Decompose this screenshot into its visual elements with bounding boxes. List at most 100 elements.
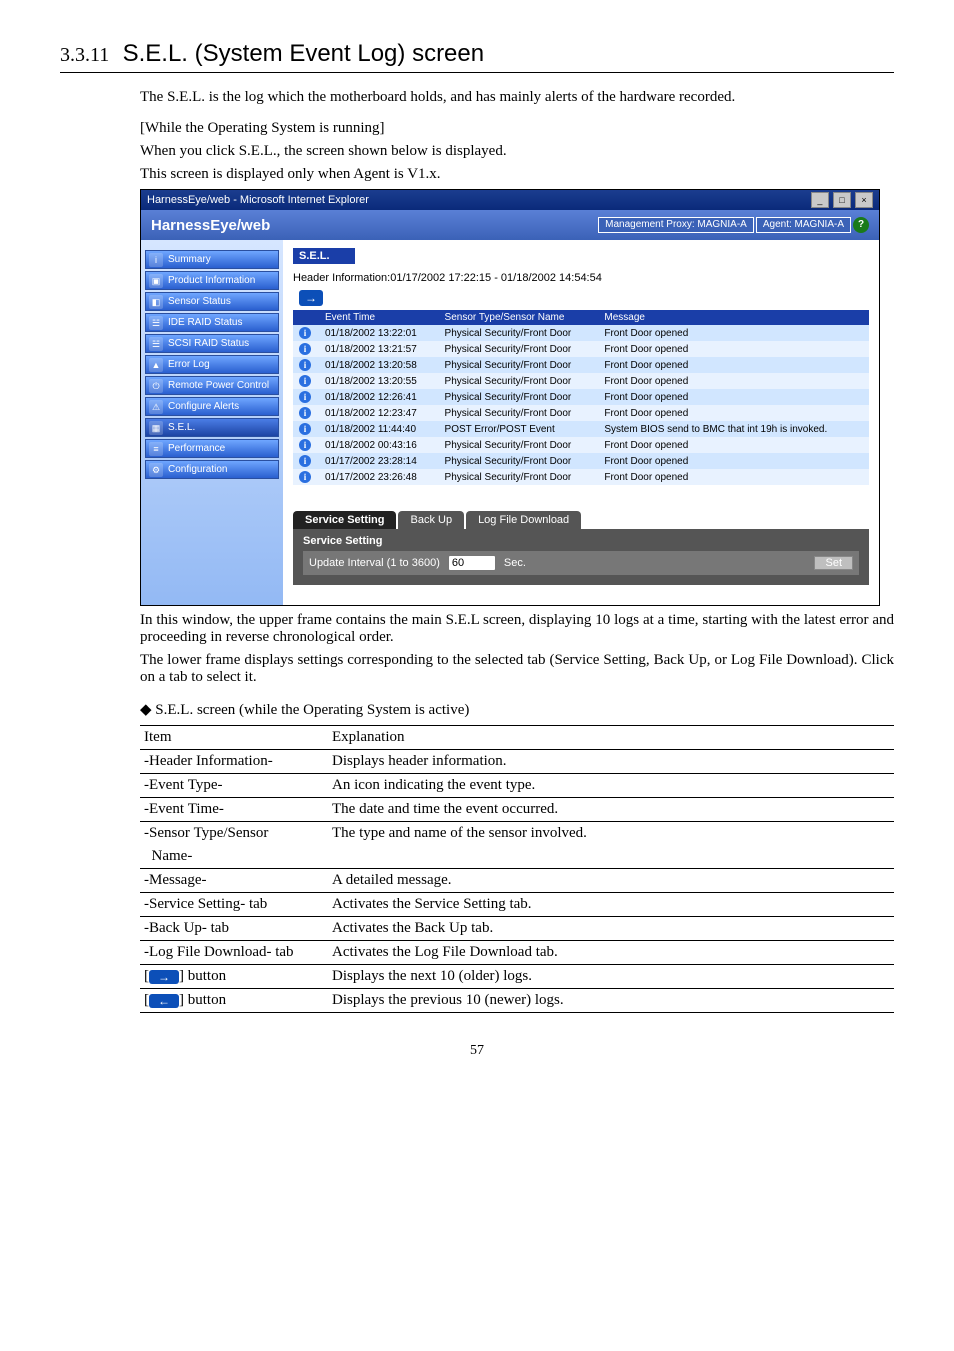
sidebar-item-scsi-raid[interactable]: ☱SCSI RAID Status <box>145 334 279 353</box>
sidebar-item-label: Error Log <box>168 359 210 370</box>
sidebar-item-summary[interactable]: iSummary <box>145 250 279 269</box>
cell-event-time: 01/18/2002 13:22:01 <box>319 325 439 341</box>
cell-message: Front Door opened <box>598 453 869 469</box>
table-row: i01/18/2002 11:44:40POST Error/POST Even… <box>293 421 869 437</box>
table-row: i01/18/2002 13:20:55Physical Security/Fr… <box>293 373 869 389</box>
cell-sensor: POST Error/POST Event <box>439 421 599 437</box>
maximize-button[interactable]: □ <box>833 192 851 208</box>
sidebar: iSummary ▣Product Information ◧Sensor St… <box>141 240 283 605</box>
col-message: Message <box>598 310 869 325</box>
cell-sensor: Physical Security/Front Door <box>439 357 599 373</box>
col-event-time: Event Time <box>319 310 439 325</box>
prev-arrow-icon: ← <box>149 994 179 1008</box>
info-icon: i <box>299 359 311 371</box>
sidebar-item-sel[interactable]: ▦S.E.L. <box>145 418 279 437</box>
window-title: HarnessEye/web - Microsoft Internet Expl… <box>147 190 369 210</box>
note-running: [While the Operating System is running] <box>140 120 894 137</box>
sidebar-item-configuration[interactable]: ⚙Configuration <box>145 460 279 479</box>
exp-item: -Event Time- <box>140 798 328 822</box>
cell-sensor: Physical Security/Front Door <box>439 373 599 389</box>
list-item: -Header Information-Displays header info… <box>140 750 894 774</box>
list-item: Name- <box>140 845 894 869</box>
interval-input[interactable] <box>448 555 496 571</box>
disk-icon: ☱ <box>149 337 163 351</box>
sidebar-item-label: Configure Alerts <box>168 401 239 412</box>
table-row: i01/18/2002 13:21:57Physical Security/Fr… <box>293 341 869 357</box>
list-item: -Log File Download- tabActivates the Log… <box>140 941 894 965</box>
info-icon: i <box>299 407 311 419</box>
proxy-label: Management Proxy: MAGNIA-A <box>598 217 754 233</box>
cell-message: Front Door opened <box>598 373 869 389</box>
page-number: 57 <box>60 1043 894 1059</box>
close-button[interactable]: × <box>855 192 873 208</box>
section-title: S.E.L. (System Event Log) screen <box>123 40 485 67</box>
tab-service-setting[interactable]: Service Setting <box>293 511 396 529</box>
cell-message: Front Door opened <box>598 405 869 421</box>
exp-explanation: Displays header information. <box>328 750 894 774</box>
exp-explanation: An icon indicating the event type. <box>328 774 894 798</box>
tab-log-file-download[interactable]: Log File Download <box>466 511 581 529</box>
table-row: i01/18/2002 12:23:47Physical Security/Fr… <box>293 405 869 421</box>
sidebar-item-label: Product Information <box>168 275 255 286</box>
chart-icon: ≡ <box>149 442 163 456</box>
note-agent: This screen is displayed only when Agent… <box>140 166 894 183</box>
sensor-icon: ◧ <box>149 295 163 309</box>
info-icon: i <box>299 343 311 355</box>
exp-col-item: Item <box>140 726 328 750</box>
after-text-1: In this window, the upper frame contains… <box>140 612 894 646</box>
tab-back-up[interactable]: Back Up <box>398 511 464 529</box>
cell-message: Front Door opened <box>598 469 869 485</box>
table-row: i01/17/2002 23:28:14Physical Security/Fr… <box>293 453 869 469</box>
sidebar-item-product[interactable]: ▣Product Information <box>145 271 279 290</box>
agent-label: Agent: MAGNIA-A <box>756 217 851 233</box>
after-text-2: The lower frame displays settings corres… <box>140 652 894 686</box>
disk-icon: ☱ <box>149 316 163 330</box>
exp-item: -Message- <box>140 869 328 893</box>
set-button[interactable]: Set <box>814 556 853 570</box>
sidebar-item-performance[interactable]: ≡Performance <box>145 439 279 458</box>
exp-item: -Log File Download- tab <box>140 941 328 965</box>
info-icon: i <box>299 327 311 339</box>
sidebar-item-ide-raid[interactable]: ☱IDE RAID Status <box>145 313 279 332</box>
table-row: i01/17/2002 23:26:48Physical Security/Fr… <box>293 469 869 485</box>
next-page-button[interactable]: → <box>299 290 323 306</box>
table-row: i01/18/2002 00:43:16Physical Security/Fr… <box>293 437 869 453</box>
next-arrow-icon: → <box>149 970 179 984</box>
exp-col-explanation: Explanation <box>328 726 894 750</box>
screenshot-window: HarnessEye/web - Microsoft Internet Expl… <box>140 189 880 606</box>
list-item: -Event Type-An icon indicating the event… <box>140 774 894 798</box>
sidebar-item-sensor[interactable]: ◧Sensor Status <box>145 292 279 311</box>
table-row: i01/18/2002 12:26:41Physical Security/Fr… <box>293 389 869 405</box>
cell-event-time: 01/18/2002 13:20:55 <box>319 373 439 389</box>
sidebar-item-config-alerts[interactable]: ⚠Configure Alerts <box>145 397 279 416</box>
help-icon[interactable]: ? <box>853 217 869 233</box>
cell-message: Front Door opened <box>598 437 869 453</box>
service-setting-panel: Service Setting Update Interval (1 to 36… <box>293 529 869 585</box>
sidebar-item-remote-power[interactable]: ⏻Remote Power Control <box>145 376 279 395</box>
exp-explanation: The type and name of the sensor involved… <box>328 822 894 846</box>
gear-icon: ⚙ <box>149 463 163 477</box>
table-row: i01/18/2002 13:20:58Physical Security/Fr… <box>293 357 869 373</box>
explanation-table: Item Explanation -Header Information-Dis… <box>140 725 894 1013</box>
list-item: -Service Setting- tabActivates the Servi… <box>140 893 894 917</box>
exp-explanation: Displays the previous 10 (newer) logs. <box>328 989 894 1013</box>
exp-item: -Back Up- tab <box>140 917 328 941</box>
header-information: Header Information:01/17/2002 17:22:15 -… <box>293 272 869 284</box>
col-sensor: Sensor Type/Sensor Name <box>439 310 599 325</box>
cell-sensor: Physical Security/Front Door <box>439 437 599 453</box>
cell-message: System BIOS send to BMC that int 19h is … <box>598 421 869 437</box>
main-content: S.E.L. Header Information:01/17/2002 17:… <box>283 240 879 605</box>
section-heading: 3.3.11 S.E.L. (System Event Log) screen <box>60 40 894 68</box>
cell-sensor: Physical Security/Front Door <box>439 469 599 485</box>
service-setting-label: Service Setting <box>303 535 859 547</box>
sidebar-item-label: Summary <box>168 254 211 265</box>
sidebar-item-error-log[interactable]: ▲Error Log <box>145 355 279 374</box>
list-item: [→] buttonDisplays the next 10 (older) l… <box>140 965 894 989</box>
exp-item: -Header Information- <box>140 750 328 774</box>
minimize-button[interactable]: _ <box>811 192 829 208</box>
intro-text: The S.E.L. is the log which the motherbo… <box>140 89 894 106</box>
cell-event-time: 01/18/2002 12:26:41 <box>319 389 439 405</box>
info-icon: i <box>299 455 311 467</box>
info-icon: i <box>299 439 311 451</box>
cell-event-time: 01/17/2002 23:26:48 <box>319 469 439 485</box>
